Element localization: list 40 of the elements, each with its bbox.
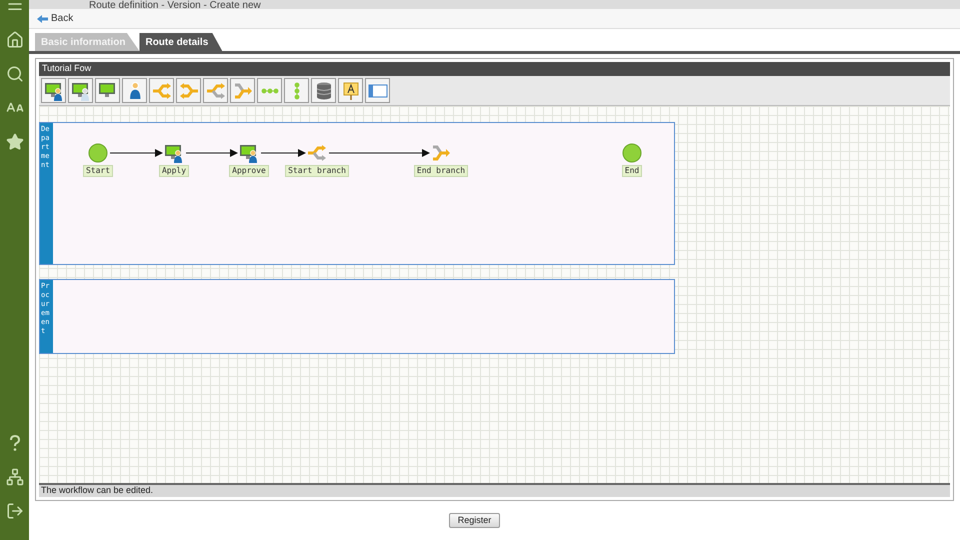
person-icon <box>128 82 140 99</box>
star-icon[interactable] <box>6 133 24 151</box>
monitor-person-drawing <box>44 80 64 100</box>
node-label: Apply <box>158 165 190 177</box>
start-circle-icon <box>88 143 108 163</box>
merge-arrows-icon <box>431 143 451 163</box>
monitor-person-icon <box>239 143 259 163</box>
split-arrows-drawing <box>206 80 226 100</box>
node-label: Start branch <box>285 165 349 177</box>
tab[interactable]: Route details <box>139 33 222 51</box>
tool-button[interactable] <box>41 78 66 103</box>
dots-row-icon <box>260 88 278 94</box>
tool-button[interactable] <box>311 78 336 103</box>
sign-icon <box>340 80 360 100</box>
sitemap-icon[interactable] <box>6 468 24 486</box>
register-button[interactable]: Register <box>448 513 500 528</box>
tool-button[interactable] <box>338 78 363 103</box>
home-icon[interactable] <box>6 31 24 49</box>
end-circle-icon <box>622 143 642 163</box>
join-drawing <box>232 80 252 100</box>
tool-button[interactable] <box>68 78 93 103</box>
monitor-person-icon <box>164 143 184 163</box>
dots-column-icon <box>294 82 300 100</box>
monitor-outline-person-drawing <box>70 80 90 100</box>
node-label: Approve <box>229 165 269 177</box>
split-drawing <box>152 80 172 100</box>
back-button[interactable]: Back <box>37 11 74 26</box>
node-label: End <box>622 165 642 177</box>
node-label: End branch <box>414 165 468 177</box>
split-arrows-icon <box>307 143 327 163</box>
tool-button[interactable] <box>95 78 120 103</box>
tool-button[interactable] <box>122 78 147 103</box>
window-title: Route definition - Version - Create new <box>89 1 261 11</box>
back-arrow-icon <box>37 14 48 22</box>
node-label: Start <box>82 165 114 177</box>
editor-title: Tutorial Fow <box>42 62 92 76</box>
search-icon[interactable] <box>6 65 24 83</box>
status-text: The workflow can be edited. <box>41 484 154 498</box>
merge-drawing <box>178 80 198 100</box>
logout-icon[interactable] <box>6 502 24 520</box>
